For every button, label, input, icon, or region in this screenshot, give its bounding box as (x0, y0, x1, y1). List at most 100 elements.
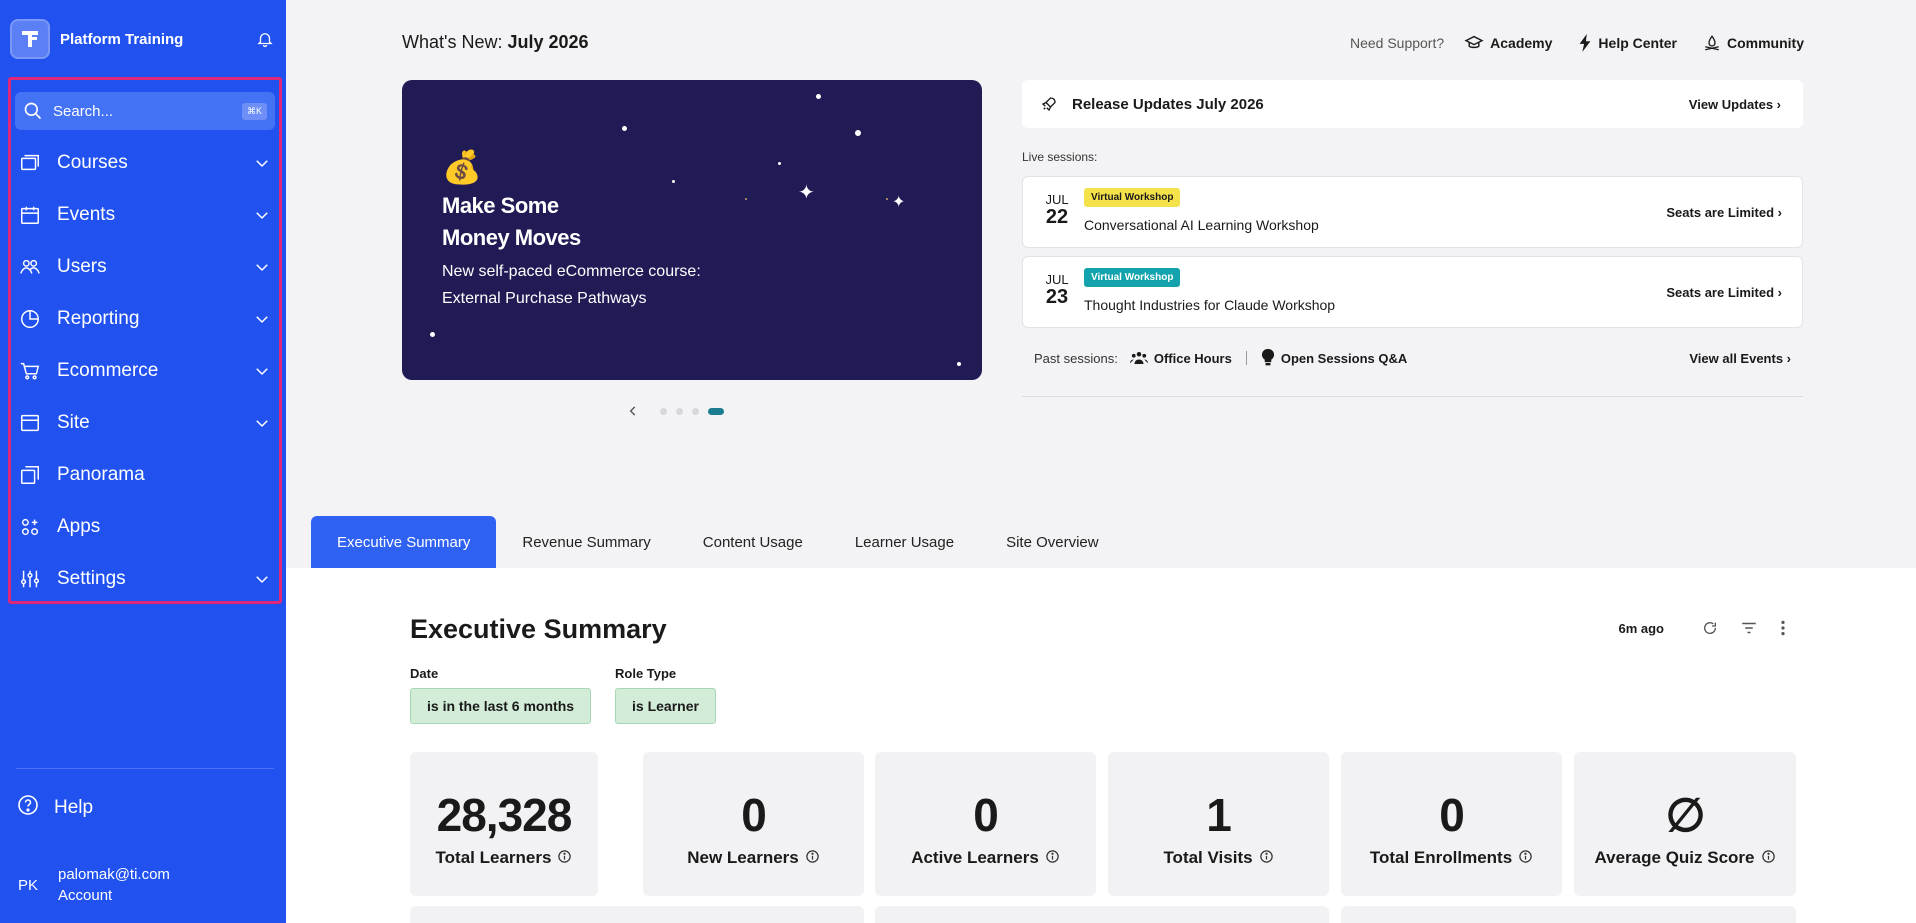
chevron-down-icon[interactable] (251, 308, 273, 330)
sidebar-item-users[interactable]: Users (17, 247, 273, 287)
seats-limited-link[interactable]: Seats are Limited › (1666, 205, 1782, 220)
academy-link[interactable]: Academy (1464, 35, 1552, 51)
info-icon[interactable] (805, 849, 820, 869)
page-title: Executive Summary (410, 614, 667, 644)
session-badge: Virtual Workshop (1084, 188, 1181, 207)
date-filter-label: Date (410, 666, 439, 681)
kpi-card-average-quiz-score[interactable]: ∅ Average Quiz Score (1574, 752, 1796, 896)
search-placeholder: Search... (53, 102, 114, 120)
chevron-left-icon[interactable] (626, 404, 640, 418)
office-hours-link[interactable]: Office Hours (1129, 350, 1232, 366)
info-icon[interactable] (557, 849, 572, 869)
divider (1022, 396, 1803, 397)
info-icon[interactable] (1761, 849, 1776, 869)
view-updates-link[interactable]: View Updates › (1689, 97, 1781, 112)
account-menu[interactable]: PK palomak@ti.com Account (18, 864, 170, 906)
whats-new-title: What's New: July 2026 (402, 32, 589, 53)
tab-content-usage[interactable]: Content Usage (677, 516, 829, 568)
support-links: Need Support? Academy Help Center Commun… (1350, 34, 1804, 52)
filter-icon[interactable] (1740, 620, 1758, 636)
kpi-card-total-enrollments[interactable]: 0 Total Enrollments (1341, 752, 1562, 896)
search-shortcut-badge: ⌘K (241, 102, 267, 120)
help-center-link[interactable]: Help Center (1578, 34, 1677, 52)
promo-banner[interactable]: ✦ ✦ 💰 Make Some Money Moves New self-pac… (402, 80, 982, 380)
seats-limited-link[interactable]: Seats are Limited › (1666, 285, 1782, 300)
cart-icon (17, 358, 43, 384)
sidebar-item-help[interactable]: Help (16, 793, 93, 822)
whats-new-prefix: What's New: (402, 32, 503, 52)
tab-revenue-summary[interactable]: Revenue Summary (496, 516, 676, 568)
carousel-dot-active[interactable] (708, 407, 724, 415)
info-icon[interactable] (1259, 849, 1274, 869)
sparkle-icon: ✦ (892, 194, 906, 211)
sidebar-item-courses[interactable]: Courses (17, 143, 273, 183)
sidebar-item-reporting[interactable]: Reporting (17, 299, 273, 339)
session-card[interactable]: JUL 23 Virtual Workshop Thought Industri… (1022, 256, 1803, 328)
session-name: Thought Industries for Claude Workshop (1084, 297, 1336, 313)
tab-executive-summary[interactable]: Executive Summary (311, 516, 497, 568)
sidebar-item-label: Events (57, 204, 116, 225)
sidebar-item-ecommerce[interactable]: Ecommerce (17, 351, 273, 391)
release-updates-card[interactable]: Release Updates July 2026 View Updates › (1022, 80, 1803, 128)
kpi-label: Active Learners (875, 848, 1096, 869)
tab-learner-usage[interactable]: Learner Usage (829, 516, 980, 568)
kpi-card-total-visits[interactable]: 1 Total Visits (1108, 752, 1329, 896)
sidebar-item-events[interactable]: Events (17, 195, 273, 235)
session-card[interactable]: JUL 22 Virtual Workshop Conversational A… (1022, 176, 1803, 248)
chevron-down-icon[interactable] (251, 568, 273, 590)
brand-header: Platform Training (10, 18, 276, 60)
search-input[interactable]: Search... ⌘K (15, 92, 275, 130)
session-name: Conversational AI Learning Workshop (1084, 217, 1319, 233)
chevron-down-icon[interactable] (251, 204, 273, 226)
help-circle-icon (16, 793, 40, 822)
chevron-down-icon[interactable] (251, 256, 273, 278)
kpi-value: 1 (1206, 789, 1232, 841)
carousel-dot[interactable] (660, 407, 667, 415)
sidebar-item-apps[interactable]: Apps (17, 507, 273, 547)
panorama-icon (17, 462, 43, 488)
money-bag-icon: 💰 (442, 149, 482, 185)
carousel-dot[interactable] (692, 407, 699, 415)
more-vertical-icon[interactable] (1780, 620, 1786, 636)
tab-site-overview[interactable]: Site Overview (980, 516, 1125, 568)
bell-icon[interactable] (254, 28, 276, 50)
pie-chart-icon (17, 306, 43, 332)
open-sessions-link[interactable]: Open Sessions Q&A (1261, 349, 1407, 367)
sidebar-item-site[interactable]: Site (17, 403, 273, 443)
whats-new-month: July 2026 (507, 32, 589, 52)
group-icon (1129, 352, 1148, 364)
refresh-icon[interactable] (1702, 620, 1718, 636)
kpi-value: 0 (1439, 789, 1465, 841)
role-filter-chip[interactable]: is Learner (615, 688, 716, 724)
sidebar-item-panorama[interactable]: Panorama (17, 455, 273, 495)
date-filter-chip[interactable]: is in the last 6 months (410, 688, 592, 724)
sidebar-item-label: Reporting (57, 308, 140, 329)
kpi-card-active-learners[interactable]: 0 Active Learners (875, 752, 1096, 896)
community-label: Community (1727, 35, 1804, 51)
carousel-dot[interactable] (676, 407, 683, 415)
live-sessions-label: Live sessions: (1022, 150, 1098, 164)
chevron-down-icon[interactable] (251, 152, 273, 174)
info-icon[interactable] (1045, 849, 1060, 869)
view-all-events-link[interactable]: View all Events › (1689, 351, 1791, 366)
rocket-icon (1041, 97, 1056, 112)
kpi-value: 0 (741, 789, 767, 841)
kpi-card-row-2 (875, 906, 1329, 923)
courses-icon (17, 150, 43, 176)
past-sessions-label: Past sessions: (1034, 350, 1118, 366)
banner-subtitle: New self-paced eCommerce course: Externa… (442, 263, 701, 307)
chevron-down-icon[interactable] (251, 360, 273, 382)
sidebar-item-label: Panorama (57, 464, 145, 485)
chevron-down-icon[interactable] (251, 412, 273, 434)
browser-window-icon (17, 410, 43, 436)
kpi-card-new-learners[interactable]: 0 New Learners (643, 752, 864, 896)
brand-logo-icon[interactable] (10, 19, 50, 59)
info-icon[interactable] (1518, 849, 1533, 869)
community-link[interactable]: Community (1703, 34, 1804, 52)
brand-name: Platform Training (60, 30, 184, 48)
kpi-label: Average Quiz Score (1574, 848, 1796, 869)
kpi-card-total-learners[interactable]: 28,328 Total Learners (410, 752, 598, 896)
sidebar-item-settings[interactable]: Settings (17, 559, 273, 599)
nav-highlight-box: Search... ⌘K Courses Events Users Report… (8, 77, 282, 604)
lightbulb-icon (1261, 349, 1274, 366)
